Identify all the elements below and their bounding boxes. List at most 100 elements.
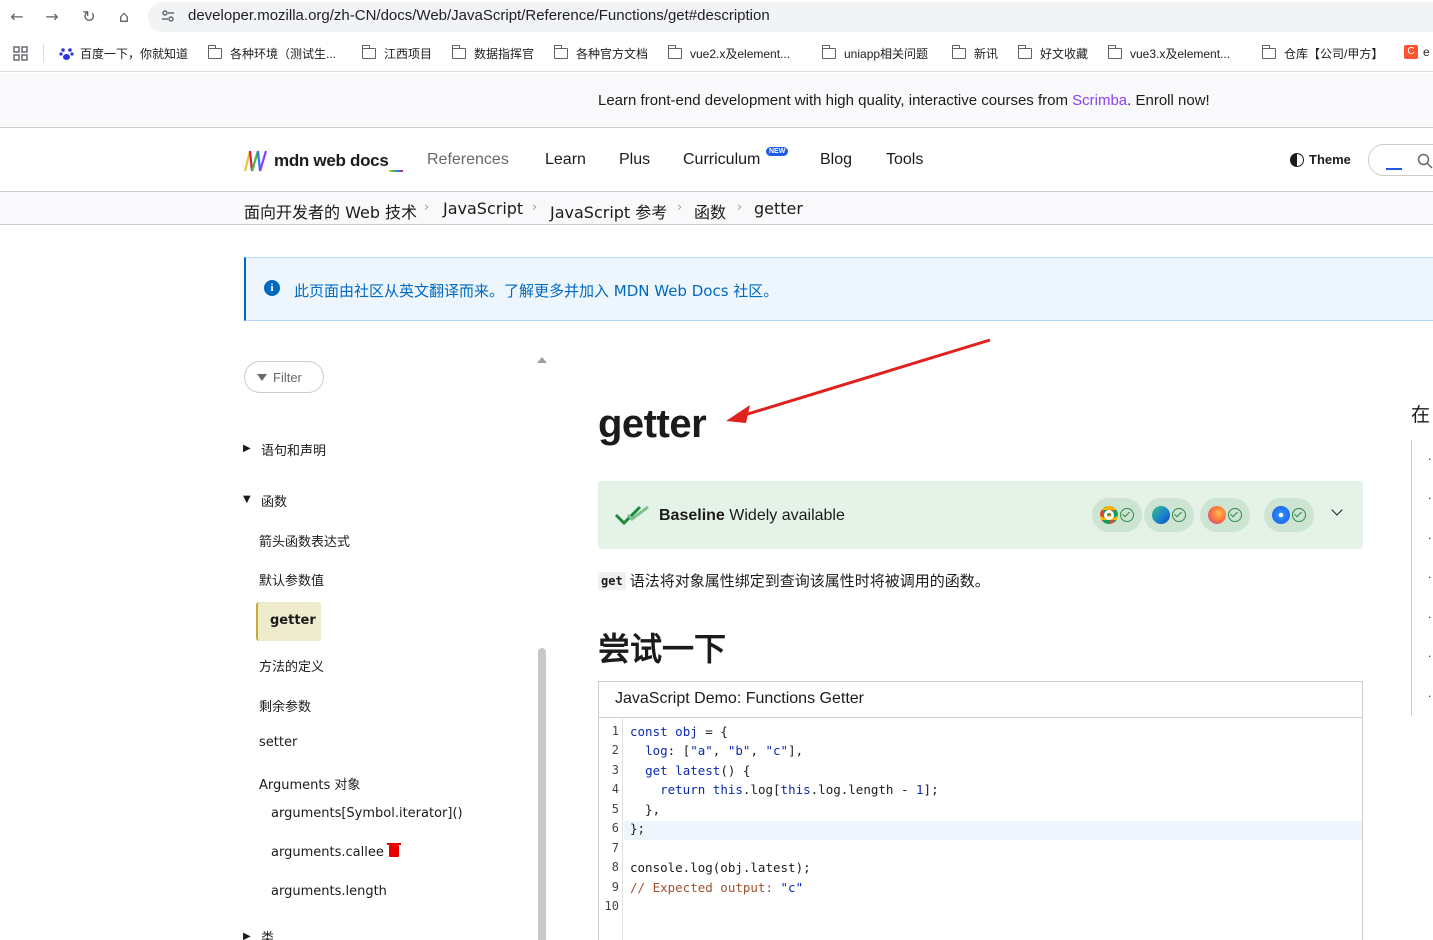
sidebar-section-statements[interactable]: 语句和声明	[261, 440, 326, 459]
nav-tools[interactable]: Tools	[886, 151, 923, 169]
bookmark-folder[interactable]: 江西项目	[361, 45, 432, 62]
description-text: 语法将对象属性绑定到查询该属性时将被调用的函数。	[629, 572, 990, 590]
sidebar-item-default-params[interactable]: 默认参数值	[259, 570, 324, 589]
sidebar-subitem-callee[interactable]: arguments.callee	[271, 843, 401, 860]
caret-right-icon[interactable]: ▶	[243, 443, 251, 454]
baseline-banner[interactable]: Baseline Widely available	[598, 481, 1363, 549]
bookmark-folder[interactable]: 好文收藏	[1017, 45, 1088, 62]
chevron-right-icon: ›	[677, 200, 683, 215]
code-line: },	[630, 802, 661, 817]
toc-item-clipped[interactable]: ·	[1428, 650, 1432, 663]
bookmark-folder[interactable]: 仓库【公司/甲方】	[1261, 45, 1383, 62]
baseline-strong: Baseline	[659, 507, 725, 524]
nav-curriculum[interactable]: Curriculum	[683, 151, 760, 169]
bookmark-csdn[interactable]: Ce	[1404, 45, 1430, 59]
caret-right-icon[interactable]: ▶	[243, 931, 251, 940]
caret-down-icon[interactable]: ▼	[243, 494, 251, 505]
bookmark-folder[interactable]: 各种环境（测试生...	[207, 45, 336, 62]
deprecated-trash-icon	[386, 843, 401, 857]
scrimba-link[interactable]: Scrimba	[1072, 92, 1127, 109]
folder-icon	[451, 45, 466, 59]
folder-icon	[1017, 45, 1032, 59]
bookmark-label: vue3.x及element...	[1130, 47, 1231, 61]
search-icon[interactable]	[1417, 153, 1433, 169]
code-line: log: ["a", "b", "c"],	[645, 743, 804, 758]
theme-button[interactable]: Theme	[1290, 152, 1351, 167]
sidebar-scrollbar[interactable]	[538, 648, 546, 940]
nav-blog[interactable]: Blog	[820, 151, 852, 169]
mdn-logo[interactable]: mdn web docs	[244, 150, 403, 172]
banner-suffix: . Enroll now!	[1127, 92, 1210, 109]
reload-icon[interactable]: ↻	[77, 5, 101, 29]
bookmark-label: e	[1423, 45, 1430, 59]
crumb-getter[interactable]: getter	[754, 199, 803, 218]
nav-references[interactable]: References	[427, 151, 509, 169]
bookmark-folder[interactable]: vue2.x及element...	[667, 45, 791, 62]
crumb-functions[interactable]: 函数	[694, 199, 726, 223]
code-line: // Expected output: "c"	[630, 880, 804, 895]
apps-grid-icon[interactable]	[13, 46, 28, 61]
baseline-check-icon	[614, 505, 649, 525]
site-info-icon[interactable]	[160, 8, 176, 24]
folder-icon	[361, 45, 376, 59]
bookmark-folder[interactable]: uniapp相关问题	[821, 45, 929, 62]
sidebar-section-functions[interactable]: 函数	[261, 491, 287, 510]
bookmark-folder[interactable]: vue3.x及element...	[1107, 45, 1231, 62]
bookmark-folder[interactable]: 数据指挥官	[451, 45, 534, 62]
sidebar-item-rest-params[interactable]: 剩余参数	[259, 696, 311, 715]
crumb-web[interactable]: 面向开发者的 Web 技术	[244, 199, 417, 223]
sidebar-item-arguments[interactable]: Arguments 对象	[259, 774, 360, 793]
browser-support-safari[interactable]	[1264, 498, 1314, 532]
toc-item-clipped[interactable]: ·	[1428, 532, 1432, 545]
filter-button[interactable]: Filter	[244, 361, 324, 393]
baidu-paw-icon	[59, 48, 74, 60]
banner-text: Learn front-end development with high qu…	[598, 92, 1210, 109]
line-number: 1	[611, 724, 619, 738]
firefox-icon	[1208, 506, 1226, 524]
bookmark-baidu[interactable]: 百度一下，你就知道	[59, 45, 188, 62]
chrome-icon	[1100, 506, 1118, 524]
nav-plus[interactable]: Plus	[619, 151, 650, 169]
forward-icon[interactable]: →	[40, 5, 64, 29]
notice-link[interactable]: 此页面由社区从英文翻译而来。了解更多并加入 MDN Web Docs 社区。	[294, 280, 778, 301]
sidebar-item-arrow-functions[interactable]: 箭头函数表达式	[259, 531, 350, 550]
folder-icon	[207, 45, 222, 59]
nav-learn[interactable]: Learn	[545, 151, 586, 169]
browser-support-edge[interactable]	[1144, 498, 1194, 532]
sidebar-item-setter[interactable]: setter	[259, 735, 297, 750]
code-line: console.log(obj.latest);	[630, 860, 811, 875]
sidebar-subitem-iterator[interactable]: arguments[Symbol.iterator]()	[271, 806, 463, 821]
bookmark-folder[interactable]: 各种官方文档	[553, 45, 648, 62]
page-title: getter	[598, 402, 707, 446]
bookmark-label: vue2.x及element...	[690, 47, 791, 61]
toc-item-clipped[interactable]: ·	[1428, 611, 1432, 624]
sidebar-item-method-definitions[interactable]: 方法的定义	[259, 656, 324, 675]
chevron-down-icon[interactable]	[1331, 504, 1343, 516]
url-text[interactable]: developer.mozilla.org/zh-CN/docs/Web/Jav…	[188, 7, 770, 24]
search-input[interactable]	[1368, 144, 1433, 176]
crumb-javascript[interactable]: JavaScript	[443, 199, 523, 218]
bookmark-label: 新讯	[974, 47, 999, 61]
toc-item-clipped[interactable]: ·	[1428, 690, 1432, 703]
browser-support-chrome[interactable]	[1092, 498, 1142, 532]
line-gutter: 1 2 3 4 5 6 7 8 9 10	[599, 718, 623, 940]
crumb-reference[interactable]: JavaScript 参考	[550, 199, 667, 223]
sidebar-subitem-length[interactable]: arguments.length	[271, 884, 387, 899]
home-icon[interactable]: ⌂	[112, 5, 136, 29]
try-it-heading: 尝试一下	[598, 630, 727, 668]
active-line-highlight	[624, 821, 1362, 840]
browser-support-firefox[interactable]	[1200, 498, 1250, 532]
toc-item-clipped[interactable]: ·	[1428, 453, 1432, 466]
line-number: 10	[604, 899, 619, 913]
sidebar-item-getter[interactable]: getter	[256, 602, 321, 641]
scroll-up-icon[interactable]	[537, 357, 547, 363]
line-number: 5	[611, 802, 619, 816]
toc-heading: 在	[1411, 404, 1431, 426]
toc-item-clipped[interactable]: ·	[1428, 492, 1432, 505]
toc-item-clipped[interactable]: ·	[1428, 571, 1432, 584]
back-icon[interactable]: ←	[5, 5, 29, 29]
bookmark-folder[interactable]: 新讯	[951, 45, 999, 62]
folder-icon	[951, 45, 966, 59]
bookmark-label: uniapp相关问题	[844, 47, 929, 61]
sidebar-section-classes[interactable]: 类	[261, 927, 274, 940]
